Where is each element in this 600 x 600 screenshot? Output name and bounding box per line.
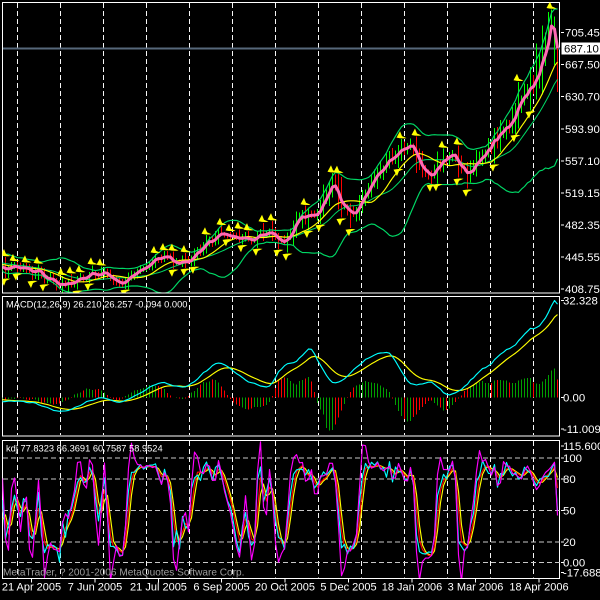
svg-text:687.10: 687.10 xyxy=(564,44,599,56)
svg-text:32.328: 32.328 xyxy=(563,296,598,308)
svg-text:18 Jan 2006: 18 Jan 2006 xyxy=(382,582,443,594)
svg-text:20: 20 xyxy=(563,537,576,549)
svg-text:667.50: 667.50 xyxy=(565,60,600,72)
svg-text:-11.009: -11.009 xyxy=(563,424,600,436)
svg-text:3 Mar 2006: 3 Mar 2006 xyxy=(448,582,504,594)
svg-text:593.90: 593.90 xyxy=(565,124,600,136)
svg-text:21 Jul 2005: 21 Jul 2005 xyxy=(130,582,187,594)
svg-text:5 Dec 2005: 5 Dec 2005 xyxy=(320,582,376,594)
svg-text:519.15: 519.15 xyxy=(565,188,600,200)
svg-text:80: 80 xyxy=(563,474,576,486)
svg-text:21 Apr 2005: 21 Apr 2005 xyxy=(2,582,61,594)
svg-text:445.55: 445.55 xyxy=(565,252,600,264)
svg-text:482.35: 482.35 xyxy=(565,220,600,232)
svg-text:18 Apr 2006: 18 Apr 2006 xyxy=(509,582,568,594)
svg-text:7 Jun 2005: 7 Jun 2005 xyxy=(68,582,122,594)
svg-text:50: 50 xyxy=(563,505,576,517)
svg-text:-17.6889: -17.6889 xyxy=(563,568,600,580)
svg-text:6 Sep 2005: 6 Sep 2005 xyxy=(193,582,249,594)
svg-text:630.70: 630.70 xyxy=(565,92,600,104)
svg-text:MACD(12,26,9) 26.210 26.257 -0: MACD(12,26,9) 26.210 26.257 -0.094 0.000 xyxy=(6,300,187,310)
svg-text:kdj 77.8323 86.3691 60.7587 58: kdj 77.8323 86.3691 60.7587 58.9524 xyxy=(6,444,163,454)
svg-text:100: 100 xyxy=(563,453,582,465)
svg-text:705.45: 705.45 xyxy=(565,28,600,40)
svg-text:557.10: 557.10 xyxy=(565,156,600,168)
svg-text:408.75: 408.75 xyxy=(565,284,600,296)
svg-text:115.6003: 115.6003 xyxy=(563,441,600,453)
svg-text:20 Oct 2005: 20 Oct 2005 xyxy=(255,582,315,594)
svg-text:0.00: 0.00 xyxy=(563,393,585,405)
svg-text:MetaTrader, ? 2001-2006 MetaQu: MetaTrader, ? 2001-2006 MetaQuotes Softw… xyxy=(3,568,244,579)
